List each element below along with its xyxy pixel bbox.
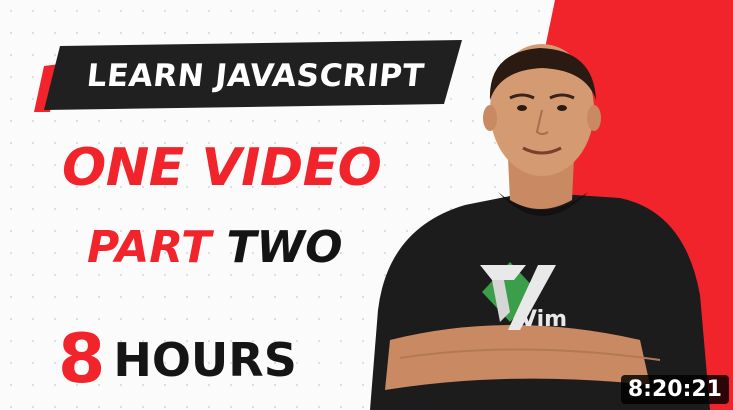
shirt-logo-text: Vim (520, 307, 567, 332)
duration-callout: 8 HOURS (58, 320, 297, 399)
headline-two-word: TWO (226, 222, 343, 273)
duration-unit: HOURS (113, 332, 297, 387)
headline-part-two: PART TWO (87, 222, 342, 273)
duration-badge: 8:20:21 (620, 375, 729, 404)
headline-part-word: PART (87, 222, 212, 273)
duration-number: 8 (58, 320, 106, 399)
video-thumbnail[interactable]: LEARN JAVASCRIPT ONE VIDEO PART TWO 8 HOU… (0, 0, 733, 410)
presenter-photo: Vim (370, 44, 710, 410)
headline-one-video: ONE VIDEO (62, 138, 382, 198)
